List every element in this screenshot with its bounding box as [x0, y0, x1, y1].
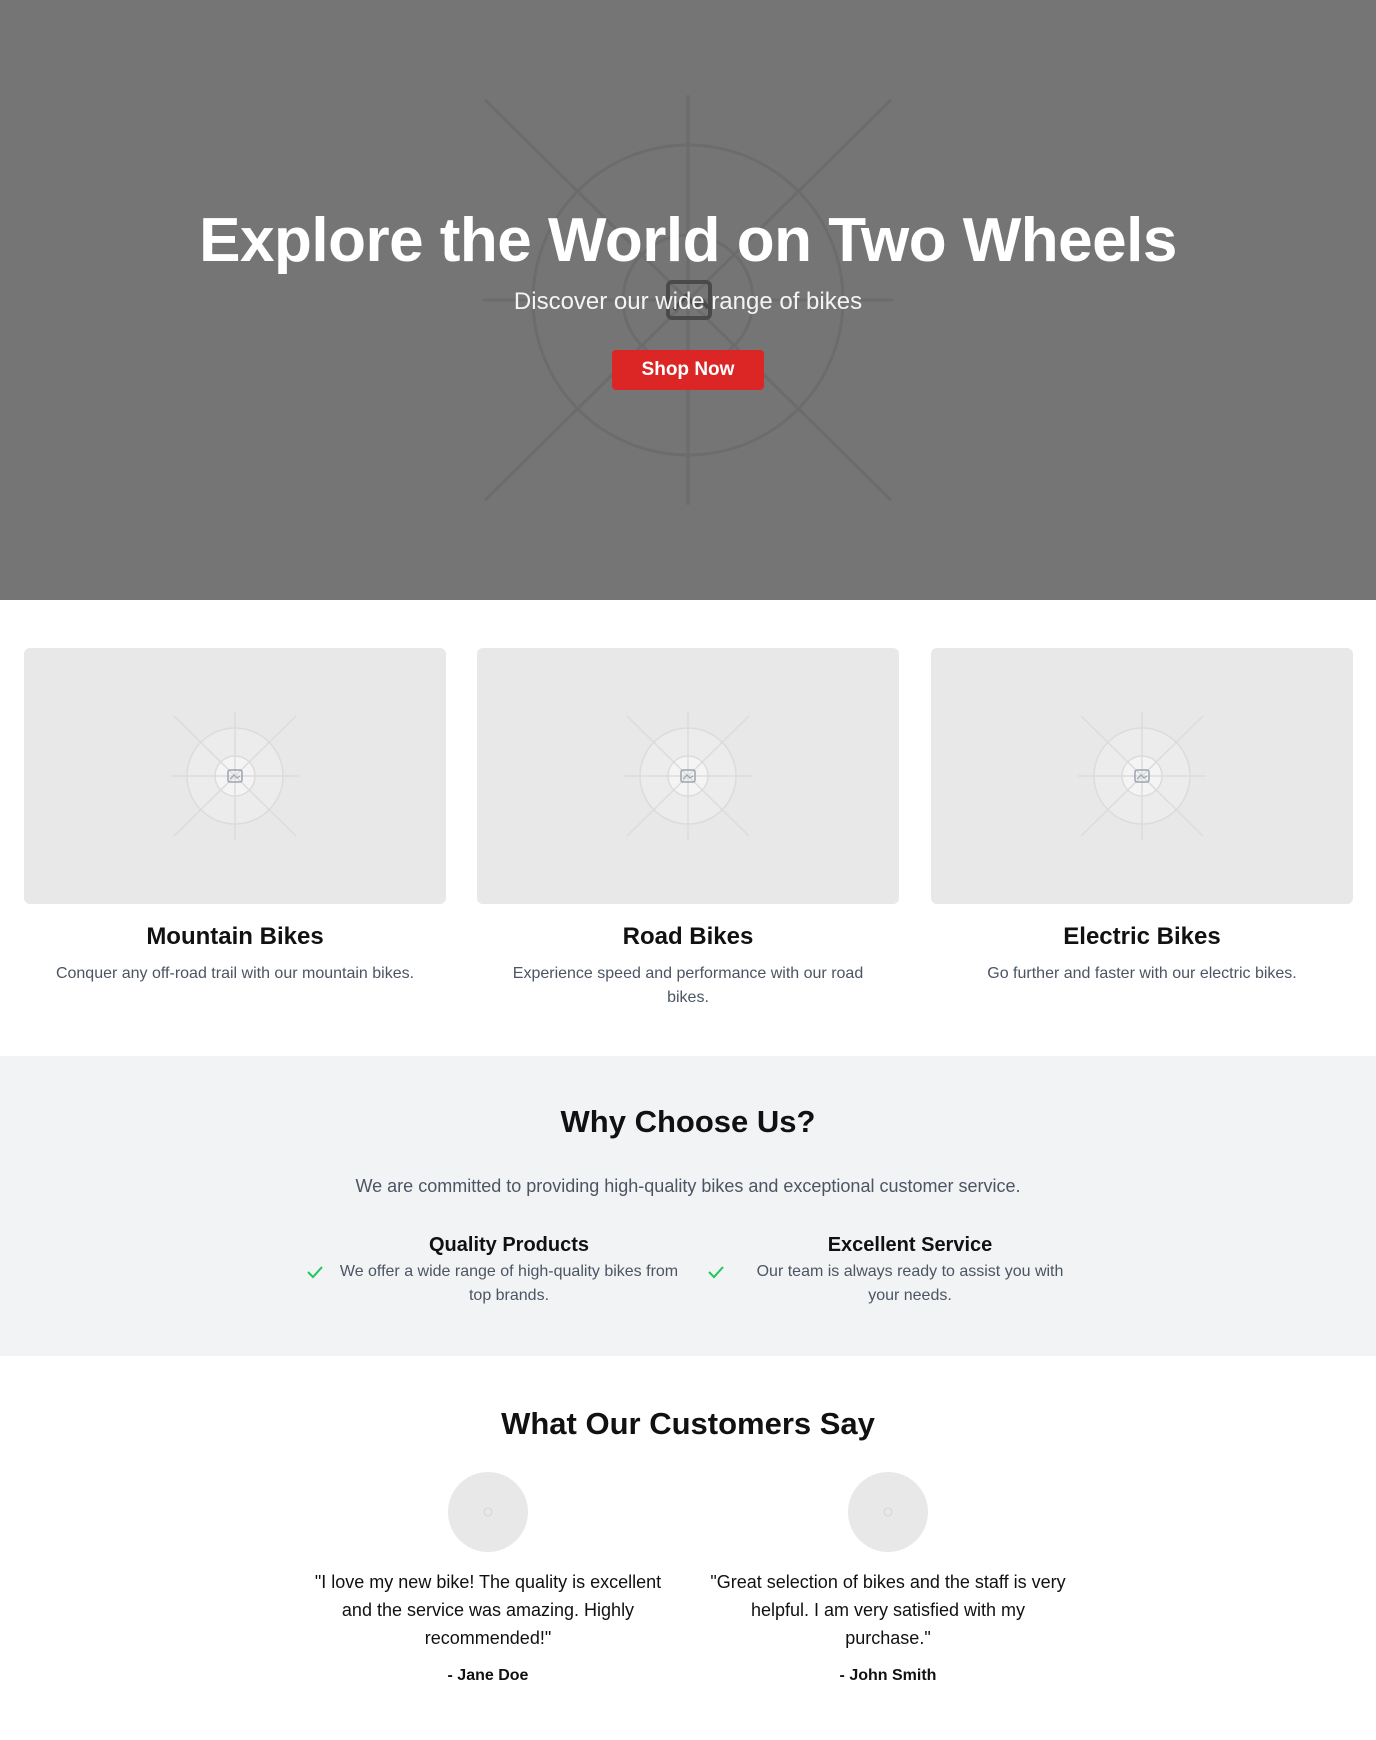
category-title: Electric Bikes: [1063, 923, 1221, 950]
category-title: Mountain Bikes: [146, 923, 324, 950]
testimonial-quote: "I love my new bike! The quality is exce…: [314, 1572, 662, 1648]
category-image[interactable]: [24, 648, 446, 904]
testimonial-quote: "Great selection of bikes and the staff …: [710, 1572, 1066, 1648]
category-title: Road Bikes: [622, 923, 754, 950]
feature-description: We offer a wide range of high-quality bi…: [339, 1263, 679, 1304]
testimonial-card: "I love my new bike! The quality is exce…: [308, 1472, 668, 1688]
testimonial-author: - John Smith: [839, 1667, 937, 1684]
image-placeholder-icon: [624, 712, 752, 840]
testimonials-title: What Our Customers Say: [501, 1406, 875, 1441]
category-image[interactable]: [477, 648, 899, 904]
hero-subtitle: Discover our wide range of bikes: [513, 288, 863, 315]
category-image[interactable]: [931, 648, 1353, 904]
avatar: [848, 1472, 928, 1552]
hero-title: Explore the World on Two Wheels: [199, 206, 1177, 275]
why-choose-us-section: Why Choose Us? We are committed to provi…: [0, 1056, 1376, 1356]
categories-section: Mountain Bikes Conquer any off-road trai…: [0, 600, 1376, 1056]
avatar-placeholder-icon: [883, 1507, 893, 1517]
category-description: Conquer any off-road trail with our moun…: [55, 965, 415, 982]
shop-now-button[interactable]: Shop Now: [612, 350, 764, 390]
why-title: Why Choose Us?: [560, 1104, 816, 1139]
category-card-electric[interactable]: Electric Bikes Go further and faster wit…: [931, 648, 1353, 986]
testimonials-section: What Our Customers Say "I love my new bi…: [0, 1356, 1376, 1740]
feature-title: Excellent Service: [827, 1234, 993, 1256]
check-icon: [708, 1266, 724, 1279]
image-placeholder-icon: [171, 712, 299, 840]
image-placeholder-icon: [1078, 712, 1206, 840]
category-description: Go further and faster with our electric …: [987, 965, 1297, 982]
hero-section: Explore the World on Two Wheels Discover…: [0, 0, 1376, 600]
category-card-road[interactable]: Road Bikes Experience speed and performa…: [477, 648, 899, 1010]
check-icon: [307, 1266, 323, 1279]
testimonial-card: "Great selection of bikes and the staff …: [708, 1472, 1068, 1688]
category-description: Experience speed and performance with ou…: [512, 965, 864, 1006]
avatar: [448, 1472, 528, 1552]
feature-description: Our team is always ready to assist you w…: [756, 1263, 1064, 1304]
testimonial-author: - Jane Doe: [447, 1667, 529, 1684]
why-subtitle: We are committed to providing high-quali…: [355, 1176, 1021, 1196]
category-card-mountain[interactable]: Mountain Bikes Conquer any off-road trai…: [24, 648, 446, 986]
feature-title: Quality Products: [428, 1234, 590, 1256]
avatar-placeholder-icon: [483, 1507, 493, 1517]
